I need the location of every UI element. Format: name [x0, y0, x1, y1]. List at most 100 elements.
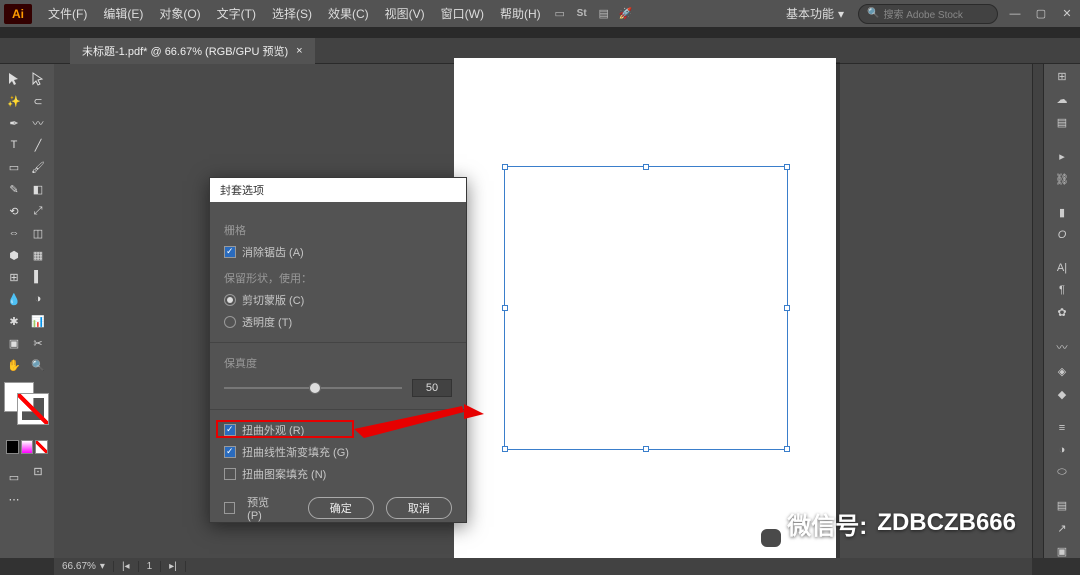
menu-select[interactable]: 选择(S): [264, 5, 320, 22]
preserve-shape-label: 保留形状，使用：: [224, 270, 452, 286]
perspective-grid-tool-icon[interactable]: ▦: [26, 244, 50, 266]
curvature-tool-icon[interactable]: 〰: [26, 112, 50, 134]
direct-selection-tool-icon[interactable]: [26, 68, 50, 90]
selection-bounding-box[interactable]: [504, 166, 788, 450]
antialias-checkbox[interactable]: [224, 246, 236, 258]
maximize-icon[interactable]: ▢: [1032, 5, 1050, 23]
menu-view[interactable]: 视图(V): [377, 5, 433, 22]
raster-group-label: 栅格: [224, 222, 452, 238]
layers-icon[interactable]: ▤: [1051, 499, 1073, 512]
eyedropper-tool-icon[interactable]: 💧: [2, 288, 26, 310]
menu-edit[interactable]: 编辑(E): [95, 5, 151, 22]
magic-wand-tool-icon[interactable]: ✨: [2, 90, 26, 112]
arrange-icon[interactable]: ▤: [593, 3, 615, 25]
menu-help[interactable]: 帮助(H): [492, 5, 549, 22]
transparency-radio[interactable]: [224, 316, 236, 328]
pen-tool-icon[interactable]: ✒: [2, 112, 26, 134]
fidelity-slider[interactable]: [224, 387, 402, 389]
opentype-icon[interactable]: O: [1051, 229, 1073, 241]
width-tool-icon[interactable]: ⇔: [2, 222, 26, 244]
rectangle-tool-icon[interactable]: ▭: [2, 156, 26, 178]
close-icon[interactable]: ✕: [1058, 5, 1076, 23]
distort-pattern-checkbox[interactable]: [224, 468, 236, 480]
menu-object[interactable]: 对象(O): [151, 5, 208, 22]
type-tool-icon[interactable]: T: [2, 134, 26, 156]
menu-type[interactable]: 文字(T): [209, 5, 264, 22]
line-segment-tool-icon[interactable]: ╱: [26, 134, 50, 156]
preview-label: 预览 (P): [247, 494, 283, 522]
paintbrush-tool-icon[interactable]: 🖌: [26, 156, 50, 178]
character-panel-icon[interactable]: A|: [1051, 262, 1073, 274]
slice-tool-icon[interactable]: ✂: [26, 332, 50, 354]
search-input[interactable]: 🔍搜索 Adobe Stock: [858, 4, 998, 24]
libraries-icon[interactable]: ▤: [1051, 116, 1073, 129]
link-icon[interactable]: ⛓: [1051, 173, 1073, 186]
stock-icon[interactable]: St: [571, 3, 593, 25]
panel-collapse-strip[interactable]: [1032, 64, 1044, 558]
zoom-tool-icon[interactable]: 🔍: [26, 354, 50, 376]
canvas[interactable]: 封套选项 栅格 消除锯齿 (A) 保留形状，使用： 剪切蒙版 (C) 透明度 (…: [54, 64, 1032, 558]
blend-tool-icon[interactable]: ◑: [26, 288, 50, 310]
paragraph-panel-icon[interactable]: ¶: [1051, 284, 1073, 296]
cancel-button[interactable]: 取消: [386, 497, 452, 519]
asset-export-icon[interactable]: ↗: [1051, 522, 1073, 535]
artboard-tool-icon[interactable]: ▣: [2, 332, 26, 354]
artboard-prev-icon[interactable]: |◂: [114, 561, 139, 572]
appearance-icon[interactable]: ◑: [1051, 444, 1073, 456]
gradient-mode-icon[interactable]: [21, 440, 34, 454]
tab-close-icon[interactable]: ×: [296, 45, 302, 57]
shaper-tool-icon[interactable]: ✎: [2, 178, 26, 200]
preview-checkbox[interactable]: [224, 502, 235, 514]
ok-button[interactable]: 确定: [308, 497, 374, 519]
annotation-highlight-box: [216, 420, 354, 438]
gradient-tool-icon[interactable]: ▌: [26, 266, 50, 288]
app-logo: Ai: [4, 4, 32, 24]
graphic-styles-icon[interactable]: ⬭: [1051, 466, 1073, 479]
minimize-icon[interactable]: —: [1006, 5, 1024, 23]
drawing-mode-icon[interactable]: ⊡: [26, 460, 50, 482]
stroke-swatch[interactable]: [18, 394, 48, 424]
menu-file[interactable]: 文件(F): [40, 5, 95, 22]
dialog-title[interactable]: 封套选项: [210, 178, 466, 202]
star-icon[interactable]: ✿: [1051, 306, 1073, 319]
symbols-icon[interactable]: ◆: [1051, 388, 1073, 401]
properties-panel-icon[interactable]: ⊞: [1051, 70, 1073, 83]
edit-toolbar-icon[interactable]: ⋯: [2, 488, 26, 510]
watermark: 微信号: ZDBCZB666: [733, 503, 1016, 543]
fidelity-value[interactable]: 50: [412, 379, 452, 397]
clip-mask-radio[interactable]: [224, 294, 236, 306]
selection-tool-icon[interactable]: [2, 68, 26, 90]
shape-builder-tool-icon[interactable]: ⬢: [2, 244, 26, 266]
scale-tool-icon[interactable]: ⤢: [26, 200, 50, 222]
lasso-tool-icon[interactable]: ⊂: [26, 90, 50, 112]
distort-linear-gradient-checkbox[interactable]: [224, 446, 236, 458]
doc-icon[interactable]: ▭: [549, 3, 571, 25]
none-mode-icon[interactable]: [35, 440, 48, 454]
mesh-tool-icon[interactable]: ⊞: [2, 266, 26, 288]
workspace-switcher[interactable]: 基本功能▾: [774, 5, 856, 22]
right-panel: ⊞ ☁ ▤ ▸ ⛓ ▮ O A| ¶ ✿ 〰 ◈ ◆ ≡ ◑ ⬭ ▤ ↗ ▣: [1044, 64, 1080, 558]
stroke-panel-icon[interactable]: ≡: [1051, 422, 1073, 434]
artboards-panel-icon[interactable]: ▣: [1051, 545, 1073, 558]
artboard-number[interactable]: 1: [139, 561, 162, 572]
free-transform-tool-icon[interactable]: ◫: [26, 222, 50, 244]
cc-libraries-icon[interactable]: ☁: [1051, 93, 1073, 106]
watermark-label: 微信号:: [787, 506, 867, 541]
zoom-field[interactable]: 66.67%▾: [54, 561, 114, 572]
document-tab[interactable]: 未标题-1.pdf* @ 66.67% (RGB/GPU 预览)×: [70, 38, 315, 64]
brushes-icon[interactable]: 〰: [1051, 339, 1073, 355]
artboard-next-icon[interactable]: ▸|: [161, 561, 186, 572]
gpu-icon[interactable]: 🚀: [615, 3, 637, 25]
column-graph-tool-icon[interactable]: 📊: [26, 310, 50, 332]
swatches-icon[interactable]: ◈: [1051, 365, 1073, 378]
rotate-tool-icon[interactable]: ⟲: [2, 200, 26, 222]
color-mode-icon[interactable]: [6, 440, 19, 454]
play-icon[interactable]: ▸: [1051, 150, 1073, 163]
color-panel-icon[interactable]: ▮: [1051, 206, 1073, 219]
hand-tool-icon[interactable]: ✋: [2, 354, 26, 376]
menu-window[interactable]: 窗口(W): [433, 5, 492, 22]
screen-mode-icon[interactable]: ▭: [2, 466, 26, 488]
eraser-tool-icon[interactable]: ◧: [26, 178, 50, 200]
menu-effect[interactable]: 效果(C): [320, 5, 377, 22]
symbol-sprayer-tool-icon[interactable]: ✱: [2, 310, 26, 332]
